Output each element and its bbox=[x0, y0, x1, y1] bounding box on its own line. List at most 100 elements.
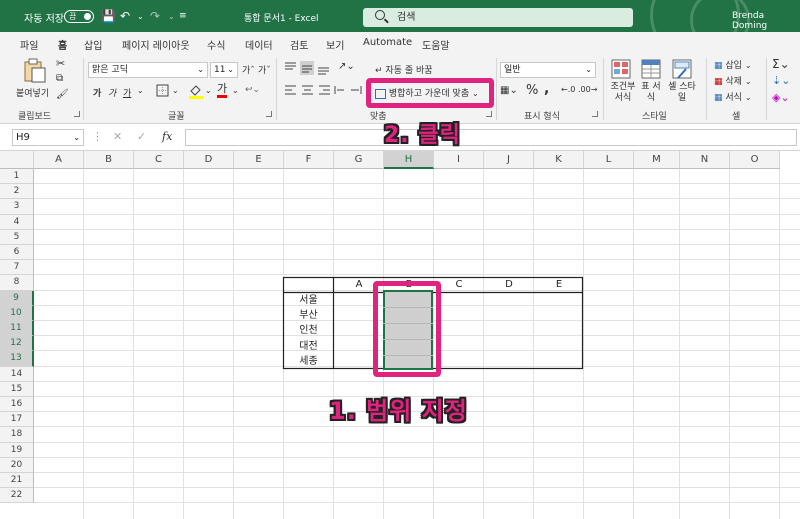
redo-icon[interactable]: ↷ bbox=[150, 9, 160, 23]
insert-cells-label: 삽입 bbox=[725, 61, 742, 71]
paste-icon[interactable] bbox=[22, 58, 48, 84]
step2-annotation: 2. 클릭 bbox=[384, 123, 461, 148]
comma-icon[interactable]: , bbox=[544, 81, 549, 97]
table-header-cell: E bbox=[555, 279, 563, 290]
range-highlight bbox=[373, 281, 441, 377]
save-icon[interactable]: 💾 bbox=[101, 9, 116, 23]
delete-cells-button[interactable]: ▦ 삭제 ⌄ bbox=[714, 74, 752, 87]
alignment-launcher-icon[interactable] bbox=[486, 111, 492, 117]
undo-dropdown-icon[interactable]: ⌄ bbox=[137, 12, 144, 21]
underline-dropdown-icon[interactable]: ⌄ bbox=[137, 86, 144, 95]
cancel-icon[interactable]: ✕ bbox=[113, 130, 122, 143]
format-cells-label: 서식 bbox=[725, 93, 742, 103]
table-row-label: 서울 bbox=[299, 295, 318, 306]
font-size-select[interactable]: 11 ⌄ bbox=[210, 62, 238, 78]
underline-button[interactable]: 가 bbox=[123, 86, 131, 99]
format-painter-icon[interactable]: 🖌 bbox=[56, 89, 69, 100]
format-as-table-button[interactable]: 표 서식 bbox=[639, 82, 663, 104]
font-launcher-icon[interactable] bbox=[266, 111, 272, 117]
table-row-label: 인천 bbox=[299, 325, 318, 337]
step1-annotation: 1. 범위 지정 bbox=[329, 397, 468, 425]
paste-label[interactable]: 붙여넣기 bbox=[16, 86, 49, 99]
tab-view[interactable]: 보기 bbox=[326, 37, 344, 52]
increase-decimal-icon[interactable]: ←.0 bbox=[561, 85, 575, 94]
tab-file[interactable]: 파일 bbox=[20, 37, 38, 52]
font-color-icon[interactable]: 가 bbox=[217, 83, 228, 98]
tab-formulas[interactable]: 수식 bbox=[207, 37, 225, 52]
decrease-font-icon[interactable]: 가ˇ bbox=[258, 63, 271, 76]
menu-bar: 파일 홈 삽입 페이지 레이아웃 수식 데이터 검토 보기 Automate 도… bbox=[0, 32, 800, 57]
cell-styles-icon[interactable] bbox=[672, 59, 692, 79]
wrap-text-label: 자동 줄 바꿈 bbox=[385, 66, 433, 76]
cell-styles-button[interactable]: 셀 스타일 bbox=[666, 82, 698, 104]
insert-cells-button[interactable]: ▦ 삽입 ⌄ bbox=[714, 58, 752, 71]
number-format-select[interactable]: 일반 ⌄ bbox=[500, 62, 596, 78]
delete-cells-icon: ▦ bbox=[714, 77, 723, 87]
delete-cells-label: 삭제 bbox=[725, 77, 742, 87]
tab-automate[interactable]: Automate bbox=[363, 37, 412, 48]
font-name-select[interactable]: 맑은 고딕 ⌄ bbox=[88, 62, 208, 78]
tab-review[interactable]: 검토 bbox=[290, 37, 308, 52]
percent-icon[interactable]: % bbox=[526, 83, 538, 98]
number-launcher-icon[interactable] bbox=[592, 111, 598, 117]
fill-icon[interactable]: ⇣⌄ bbox=[772, 74, 790, 87]
name-box[interactable]: H9 ⌄ bbox=[12, 129, 84, 146]
tab-data[interactable]: 데이터 bbox=[245, 37, 273, 52]
clear-icon[interactable]: ◈⌄ bbox=[772, 91, 790, 104]
customize-qat-icon[interactable]: ≡ bbox=[179, 11, 187, 21]
horizontal-align-icons[interactable] bbox=[283, 83, 363, 99]
autosave-toggle[interactable]: 끔 bbox=[64, 10, 94, 23]
number-format-value: 일반 bbox=[504, 65, 521, 75]
search-input[interactable]: 검색 bbox=[363, 8, 633, 27]
search-placeholder: 검색 bbox=[397, 12, 416, 23]
user-name[interactable]: Brenda Doming bbox=[732, 11, 800, 31]
fill-color-icon[interactable] bbox=[188, 83, 204, 99]
insert-function-button[interactable]: fx bbox=[162, 130, 172, 143]
tab-page-layout[interactable]: 페이지 레이아웃 bbox=[122, 37, 190, 52]
accounting-format-icon[interactable]: ▦⌄ bbox=[500, 85, 518, 96]
group-separator bbox=[603, 58, 604, 120]
copy-icon[interactable]: ⧉ bbox=[56, 73, 63, 84]
tab-help[interactable]: 도움말 bbox=[422, 37, 450, 52]
group-separator bbox=[83, 58, 84, 120]
border-dropdown-icon[interactable]: ⌄ bbox=[172, 86, 179, 95]
styles-group-label: 스타일 bbox=[642, 112, 667, 122]
italic-button[interactable]: 가 bbox=[108, 86, 116, 99]
bold-button[interactable]: 가 bbox=[93, 86, 101, 99]
clipboard-launcher-icon[interactable] bbox=[74, 111, 80, 117]
search-icon bbox=[375, 10, 385, 20]
redo-dropdown-icon[interactable]: ⌄ bbox=[168, 12, 175, 21]
undo-icon[interactable]: ↶ bbox=[120, 9, 130, 23]
conditional-format-button[interactable]: 조건부 서식 bbox=[608, 82, 638, 104]
group-separator bbox=[766, 58, 767, 120]
autosum-icon[interactable]: Σ⌄ bbox=[772, 57, 790, 71]
drag-handle-icon[interactable]: ⋮ bbox=[92, 130, 103, 143]
format-as-table-icon[interactable] bbox=[641, 59, 661, 79]
fill-dropdown-icon[interactable]: ⌄ bbox=[205, 86, 212, 95]
formula-input[interactable] bbox=[185, 129, 797, 146]
table-row-label: 부산 bbox=[299, 310, 318, 322]
table-row-label: 대전 bbox=[299, 340, 318, 352]
cut-icon[interactable]: ✂ bbox=[56, 57, 65, 70]
orientation-icon[interactable]: ↗⌄ bbox=[338, 61, 355, 72]
tab-home[interactable]: 홈 bbox=[55, 37, 70, 57]
increase-font-icon[interactable]: 가ˆ bbox=[242, 63, 255, 76]
group-separator bbox=[496, 58, 497, 120]
vertical-align-icons[interactable] bbox=[283, 60, 331, 76]
table-row-label: 세종 bbox=[299, 355, 318, 367]
conditional-format-icon[interactable] bbox=[611, 59, 631, 79]
enter-icon[interactable]: ✓ bbox=[137, 130, 146, 143]
format-cells-button[interactable]: ▦ 서식 ⌄ bbox=[714, 90, 752, 103]
document-title: 통합 문서1 - Excel bbox=[244, 14, 319, 24]
border-icon[interactable] bbox=[156, 84, 170, 98]
decrease-decimal-icon[interactable]: .00→ bbox=[578, 85, 597, 94]
insert-cells-icon: ▦ bbox=[714, 61, 723, 71]
font-color-dropdown-icon[interactable]: ⌄ bbox=[232, 86, 239, 95]
group-separator bbox=[276, 58, 277, 120]
format-cells-icon: ▦ bbox=[714, 93, 723, 103]
autosave-label: 자동 저장 bbox=[24, 14, 64, 25]
title-bar: 자동 저장 끔 💾 ↶ ⌄ ↷ ⌄ ≡ 통합 문서1 - Excel 검색 Br… bbox=[0, 0, 800, 60]
wrap-text-button[interactable]: ↵ 자동 줄 바꿈 bbox=[375, 63, 433, 76]
tab-insert[interactable]: 삽입 bbox=[84, 37, 102, 52]
phonetic-icon[interactable]: ↩⌄ bbox=[245, 85, 260, 95]
